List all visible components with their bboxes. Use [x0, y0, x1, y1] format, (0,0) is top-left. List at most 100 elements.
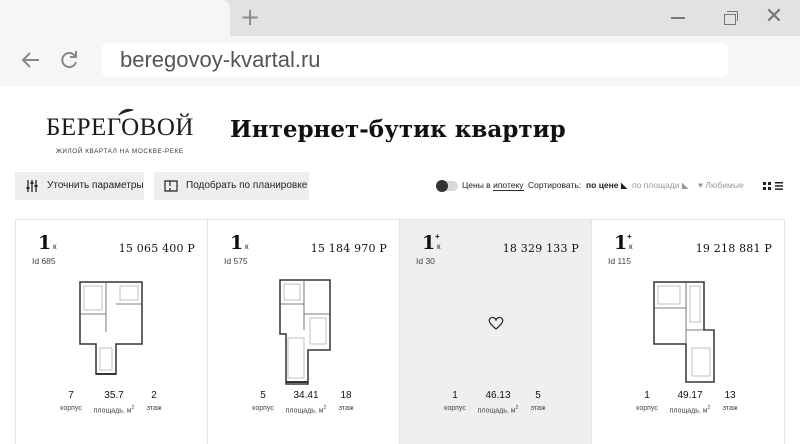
apartment-id: Id 115	[608, 256, 632, 266]
area-value: 46.13	[485, 390, 511, 401]
mortgage-prices-toggle[interactable]	[436, 180, 458, 192]
sort-by-area-label: по площади	[632, 180, 680, 190]
floor-label: этаж	[146, 405, 162, 412]
choose-by-plan-label: Подобрать по планировке	[186, 180, 308, 191]
favorites-label: Любимые	[705, 180, 744, 190]
building-value: 1	[644, 390, 650, 401]
floorplan-icon	[164, 180, 178, 192]
rooms-count: 1	[614, 232, 628, 254]
area-label-row: площадь, м2	[93, 405, 135, 415]
building-value: 1	[452, 390, 458, 401]
building-stat: 5 корпус	[248, 390, 278, 412]
area-label: площадь, м	[285, 407, 324, 415]
refine-params-label: Уточнить параметры	[47, 180, 144, 191]
mortgage-prices-label: Цены в ипотеку	[462, 180, 524, 191]
building-label: корпус	[252, 405, 274, 412]
building-value: 7	[68, 390, 74, 401]
apartment-price: 15 065 400 Р	[118, 242, 195, 255]
building-stat: 7 корпус	[56, 390, 86, 412]
apartment-id: Id 685	[32, 256, 56, 266]
floor-stat: 13 этаж	[718, 390, 742, 412]
apartment-stats: 1 корпус 46.13 площадь, м2 5 этаж	[400, 390, 592, 430]
sliders-icon	[26, 180, 38, 192]
area-stat: 35.7 площадь, м2	[90, 390, 138, 414]
building-label: корпус	[60, 405, 82, 412]
building-label: корпус	[444, 405, 466, 412]
page: БЕРЕГОВОЙ ЖИЛОЙ КВАРТАЛ НА МОСКВЕ-РЕКЕ И…	[0, 86, 800, 444]
floor-value: 2	[151, 390, 157, 401]
apartment-id: Id 575	[224, 256, 248, 266]
floor-stat: 2 этаж	[142, 390, 166, 412]
back-icon[interactable]	[18, 47, 44, 73]
rooms-unit: к	[437, 242, 441, 251]
apartment-price: 19 218 881 Р	[695, 242, 772, 255]
apartment-grid: 1 к Id 685 15 065 400 Р 7 корпус 35.7 площ…	[15, 219, 785, 444]
sort-by-price-label: по цене	[586, 180, 619, 190]
floor-plan-image	[279, 279, 331, 385]
floor-label: этаж	[530, 405, 546, 412]
apartment-card[interactable]: 1 + к Id 115 19 218 881 Р 1 корпус 49.17 п…	[591, 220, 785, 444]
prices-prefix: Цены в	[462, 180, 491, 190]
floor-label: этаж	[722, 405, 738, 412]
browser-tab[interactable]	[0, 0, 230, 36]
close-icon[interactable]: ✕	[762, 6, 786, 30]
area-value: 34.41	[293, 390, 319, 401]
area-label-row: площадь, м2	[285, 405, 327, 415]
building-value: 5	[260, 390, 266, 401]
minimize-icon[interactable]	[666, 6, 690, 30]
apartment-stats: 7 корпус 35.7 площадь, м2 2 этаж	[16, 390, 208, 430]
reload-icon[interactable]	[56, 47, 82, 73]
area-label: площадь, м	[477, 407, 516, 415]
site-logo[interactable]: БЕРЕГОВОЙ ЖИЛОЙ КВАРТАЛ НА МОСКВЕ-РЕКЕ	[46, 100, 193, 160]
rooms-count: 1	[230, 232, 244, 254]
sort-direction-icon: ◣	[681, 180, 689, 190]
apartment-card[interactable]: 1 к Id 685 15 065 400 Р 7 корпус 35.7 площ…	[15, 220, 207, 444]
restore-icon[interactable]	[718, 6, 742, 30]
sort-by-price[interactable]: по цене ◣	[586, 180, 627, 191]
browser-toolbar: beregovoy-kvartal.ru	[0, 36, 800, 86]
rooms-plus: +	[435, 232, 440, 241]
rooms-count: 1	[422, 232, 436, 254]
rooms-unit: к	[245, 242, 249, 251]
area-value: 35.7	[104, 390, 124, 401]
refine-params-button[interactable]: Уточнить параметры	[15, 172, 144, 200]
sort-direction-icon: ◣	[620, 180, 628, 190]
logo-tagline: ЖИЛОЙ КВАРТАЛ НА МОСКВЕ-РЕКЕ	[56, 148, 184, 155]
favorite-heart-icon[interactable]	[488, 316, 504, 330]
apartment-price: 18 329 133 Р	[502, 242, 579, 255]
area-stat: 49.17 площадь, м2	[666, 390, 714, 414]
floor-stat: 18 этаж	[334, 390, 358, 412]
rooms-unit: к	[53, 242, 57, 251]
favorites-link[interactable]: ♥ Любимые	[698, 180, 744, 190]
logo-name: БЕРЕГОВОЙ	[46, 114, 194, 141]
floor-value: 13	[724, 390, 736, 401]
building-stat: 1 корпус	[632, 390, 662, 412]
choose-by-plan-button[interactable]: Подобрать по планировке	[154, 172, 309, 200]
sort-by-area[interactable]: по площади ◣	[632, 180, 688, 191]
apartment-stats: 1 корпус 49.17 площадь, м2 13 этаж	[592, 390, 784, 430]
area-label-row: площадь, м2	[669, 405, 711, 415]
floor-label: этаж	[338, 405, 354, 412]
apartment-card[interactable]: 1 + к Id 30 18 329 133 Р 1 корпус 46.13 пл…	[399, 220, 591, 444]
mortgage-link[interactable]: ипотеку	[493, 180, 524, 191]
area-label: площадь, м	[93, 407, 132, 415]
area-label-row: площадь, м2	[477, 405, 519, 415]
page-title: Интернет-бутик квартир	[230, 116, 566, 143]
floor-plan-image	[653, 281, 715, 383]
apartment-price: 15 184 970 Р	[310, 242, 387, 255]
apartment-id: Id 30	[416, 256, 435, 266]
floor-value: 18	[340, 390, 352, 401]
apartment-card[interactable]: 1 к Id 575 15 184 970 Р 5 корпус 34.41 пло…	[207, 220, 399, 444]
sort-label: Сортировать:	[528, 180, 582, 190]
heart-icon: ♥	[698, 180, 704, 190]
list-view-icon[interactable]	[775, 182, 783, 190]
floor-stat: 5 этаж	[526, 390, 550, 412]
building-stat: 1 корпус	[440, 390, 470, 412]
grid-view-icon[interactable]	[763, 182, 771, 190]
apartment-stats: 5 корпус 34.41 площадь, м2 18 этаж	[208, 390, 400, 430]
new-tab-icon[interactable]: +	[238, 5, 262, 30]
area-stat: 46.13 площадь, м2	[474, 390, 522, 414]
floor-value: 5	[535, 390, 541, 401]
address-bar[interactable]: beregovoy-kvartal.ru	[102, 43, 728, 77]
floor-plan-image	[79, 281, 143, 375]
